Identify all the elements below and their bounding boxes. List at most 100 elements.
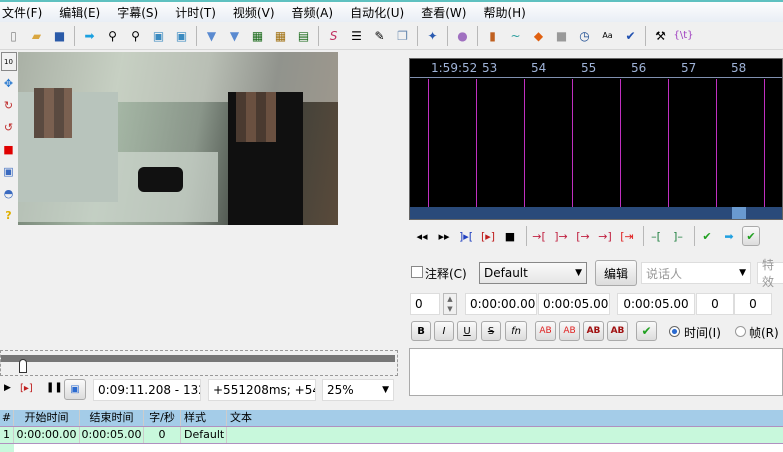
play-icon[interactable]: ▶: [4, 383, 11, 393]
video-seek-slider[interactable]: [0, 350, 398, 376]
secondary-color-button[interactable]: AB: [559, 321, 580, 341]
jump-to-icon[interactable]: ➡: [80, 26, 99, 45]
start-time-input[interactable]: 0:00:00.00: [465, 293, 537, 315]
end-time-input[interactable]: 0:00:05.00: [538, 293, 610, 315]
play-line-icon[interactable]: [▸]: [20, 383, 33, 394]
menu-view[interactable]: 查看(W): [419, 4, 473, 21]
snap-keyframe-icon[interactable]: ▦: [248, 26, 267, 45]
time-radio[interactable]: [669, 326, 680, 337]
rotate-z-icon[interactable]: ↻: [1, 96, 17, 115]
options-icon[interactable]: ⚒: [651, 26, 670, 45]
margin-right-input[interactable]: 0: [734, 293, 772, 315]
table-row[interactable]: 1 0:00:00.00 0:00:05.00 0 Default: [0, 427, 783, 444]
play-first-icon[interactable]: [→: [574, 230, 592, 243]
lead-in-icon[interactable]: –[: [647, 230, 665, 243]
properties-icon[interactable]: ☰: [347, 26, 366, 45]
go-next-icon[interactable]: ➡: [720, 230, 738, 243]
menu-video[interactable]: 视频(V): [231, 4, 282, 21]
lead-out-icon[interactable]: ]–: [669, 230, 687, 243]
menu-edit[interactable]: 编辑(E): [57, 4, 107, 21]
attachments-icon[interactable]: ✎: [370, 26, 389, 45]
timing-postprocessor-icon[interactable]: ◷: [575, 26, 594, 45]
play-last-icon[interactable]: →]: [596, 230, 614, 243]
spell-check-icon[interactable]: ✔: [621, 26, 640, 45]
play-selection-icon[interactable]: ]▸[: [457, 230, 475, 243]
audio-scroll-thumb[interactable]: [732, 207, 746, 219]
clip-tool-icon[interactable]: ▣: [1, 162, 17, 181]
outline-color-button[interactable]: AB: [583, 321, 604, 341]
shift-times-icon[interactable]: ▮: [483, 26, 502, 45]
menu-help[interactable]: 帮助(H): [481, 4, 532, 21]
prev-line-icon[interactable]: ◂◂: [413, 230, 431, 243]
bold-button[interactable]: B: [411, 321, 431, 341]
play-line-icon[interactable]: [▸]: [479, 230, 497, 243]
strikeout-button[interactable]: S: [481, 321, 501, 341]
effect-input[interactable]: 特效: [757, 258, 783, 289]
commit-button[interactable]: ✔: [636, 321, 657, 341]
italic-button[interactable]: I: [434, 321, 454, 341]
subs-to-video-icon[interactable]: ▣: [149, 26, 168, 45]
layer-input[interactable]: 0: [410, 293, 440, 315]
automation-icon[interactable]: ✦: [423, 26, 442, 45]
auto-commit-icon[interactable]: ✔: [742, 226, 760, 246]
shadow-color-button[interactable]: AB: [607, 321, 628, 341]
play-before-icon[interactable]: →[: [530, 230, 548, 243]
duration-input[interactable]: 0:00:05.00: [617, 293, 695, 315]
t-override-icon[interactable]: {\t}: [674, 26, 694, 45]
menu-automation[interactable]: 自动化(U): [348, 4, 411, 21]
pause-icon[interactable]: ❚❚: [46, 382, 63, 393]
edit-style-button[interactable]: 编辑: [595, 260, 637, 286]
zoom-in-icon[interactable]: ⚲: [103, 26, 122, 45]
auto-scroll-button[interactable]: ▣: [64, 379, 86, 400]
fonts-collector-icon[interactable]: ❐: [393, 26, 412, 45]
play-to-end-icon[interactable]: [⇥: [618, 230, 636, 243]
spell-checker-icon[interactable]: Aa: [598, 26, 617, 45]
audio-scrollbar[interactable]: [410, 207, 782, 219]
vector-clip-icon[interactable]: ◓: [1, 184, 17, 203]
margin-left-input[interactable]: 0: [696, 293, 734, 315]
new-file-icon[interactable]: ▯: [4, 26, 23, 45]
aegisub-mascot-icon[interactable]: ●: [453, 26, 472, 45]
stop-icon[interactable]: ■: [501, 230, 519, 243]
actor-input[interactable]: 说话人 ▼: [641, 262, 751, 284]
zoom-dropdown[interactable]: 25% ▼: [322, 379, 394, 401]
primary-color-button[interactable]: AB: [535, 321, 556, 341]
style-dropdown[interactable]: Default ▼: [479, 262, 587, 284]
keyframes-icon[interactable]: ▤: [294, 26, 313, 45]
scale-tool-icon[interactable]: ■: [1, 140, 17, 159]
audio-waveform[interactable]: 1:59:52 53 54 55 56 57 58: [409, 58, 783, 220]
kanji-timer-icon[interactable]: ◆: [529, 26, 548, 45]
layer-spinner[interactable]: ▲ ▼: [443, 293, 457, 315]
keyframe-line: [476, 79, 477, 209]
menu-timing[interactable]: 计时(T): [173, 4, 223, 21]
move-tool-icon[interactable]: ✥: [1, 74, 17, 93]
rotate-xy-icon[interactable]: ↺: [1, 118, 17, 137]
comment-checkbox[interactable]: [411, 266, 423, 278]
underline-button[interactable]: U: [457, 321, 477, 341]
subtitle-text-area[interactable]: [409, 348, 783, 396]
frame-radio[interactable]: [735, 326, 746, 337]
play-after-icon[interactable]: ]→: [552, 230, 570, 243]
video-to-subs-icon[interactable]: ▣: [172, 26, 191, 45]
select-all-icon[interactable]: ▼: [225, 26, 244, 45]
standard-tool-icon[interactable]: 10: [0, 52, 17, 71]
video-frame-icon[interactable]: ▦: [271, 26, 290, 45]
translation-assistant-icon[interactable]: ~: [506, 26, 525, 45]
zoom-out-icon[interactable]: ⚲: [126, 26, 145, 45]
select-visible-icon[interactable]: ▼: [202, 26, 221, 45]
help-icon[interactable]: ?: [1, 206, 17, 225]
video-display[interactable]: [18, 52, 338, 225]
menu-file[interactable]: 文件(F): [0, 4, 49, 21]
menu-subtitle[interactable]: 字幕(S): [115, 4, 165, 21]
next-line-icon[interactable]: ▸▸: [435, 230, 453, 243]
font-button[interactable]: fn: [505, 321, 527, 341]
menu-audio[interactable]: 音频(A): [290, 4, 341, 21]
video-offset-display[interactable]: +551208ms; +546: [208, 379, 316, 401]
resample-icon[interactable]: ■: [552, 26, 571, 45]
save-icon[interactable]: ■: [50, 26, 69, 45]
commit-icon[interactable]: ✔: [698, 230, 716, 243]
styles-manager-icon[interactable]: S: [324, 26, 343, 45]
video-time-display[interactable]: 0:09:11.208 - 1322: [93, 379, 201, 401]
open-file-icon[interactable]: ▰: [27, 26, 46, 45]
seek-thumb[interactable]: [19, 359, 27, 373]
